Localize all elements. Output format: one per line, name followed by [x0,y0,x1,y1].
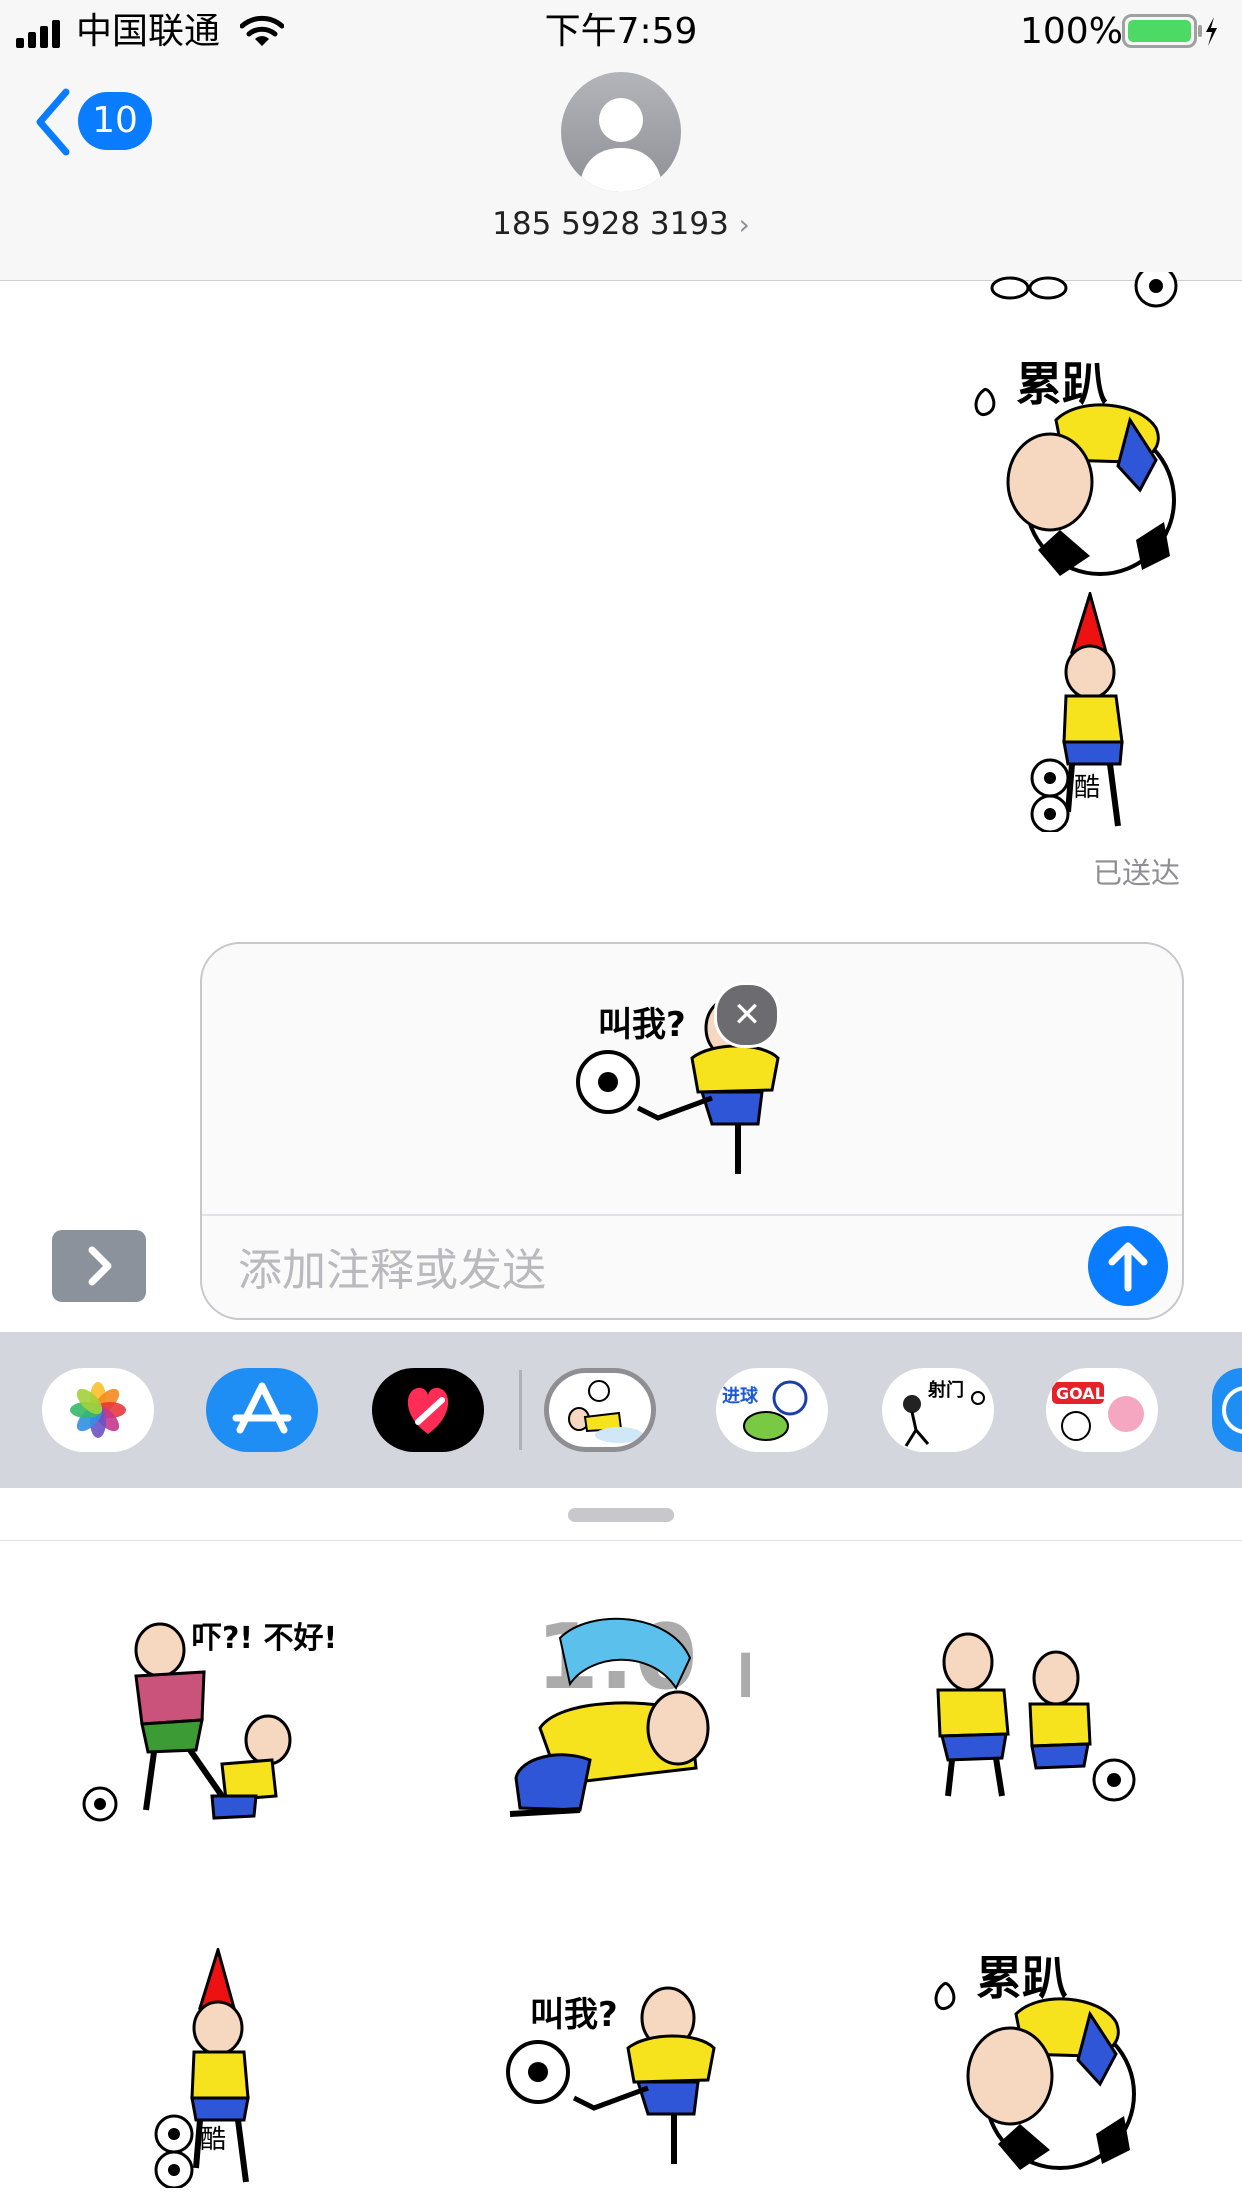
chevron-right-icon: › [738,208,750,241]
contact-name[interactable]: 185 5928 3193 › [0,206,1242,242]
sticker-caption: 叫我? [598,1005,686,1045]
digital-touch-button[interactable] [372,1368,484,1452]
contact-number: 185 5928 3193 [492,206,729,242]
back-chevron-icon[interactable] [34,88,74,156]
goal-stickers-app[interactable]: 进球 [716,1368,828,1452]
sticker-tired-ball[interactable]: 累趴 [920,1944,1160,2184]
chevron-right-icon [88,1246,112,1286]
photos-app-button[interactable] [42,1368,154,1452]
sticker-surprised-tackle[interactable]: 吓?! 不好! [72,1600,342,1830]
goal-badge-icon: GOAL [1052,1382,1144,1441]
person-silhouette-icon [579,98,663,192]
compose-divider [202,1214,1182,1216]
app-store-button[interactable] [206,1368,318,1452]
app-drawer-strip: 进球 射门 GOAL [0,1332,1242,1488]
sticker-caption: 吓?! 不好! [192,1621,337,1656]
back-button[interactable]: 10 [78,92,152,150]
soccer-stickers-app[interactable] [544,1368,656,1452]
soccer-sticker-icon [568,1380,643,1443]
battery-percent: 100% [1020,11,1123,52]
expand-apps-button[interactable] [52,1230,146,1302]
digital-touch-icon [407,1387,449,1434]
shoot-sticker-icon: 射门 [903,1379,985,1447]
navigation-bar: 中国联通 下午7:59 100% 10 185 5928 3193 › [0,0,1242,281]
goal-badge-stickers-app[interactable]: GOAL [1046,1368,1158,1452]
shoot-stickers-app[interactable]: 射门 [882,1368,994,1452]
sticker-call-me-kick[interactable]: 叫我? [498,1968,758,2178]
message-input[interactable]: 添加注释或发送 [238,1234,546,1298]
app-label: 射门 [927,1379,964,1401]
sticker-crying-defeat[interactable]: 1:0 占球 [500,1588,750,1838]
remove-attachment-button[interactable]: ✕ [714,982,780,1048]
sent-sticker-tired[interactable]: 累趴 [960,350,1200,590]
sticker-two-players-squat[interactable] [912,1620,1172,1820]
sent-sticker-cool[interactable]: 酷 [1010,592,1160,832]
send-button[interactable] [1088,1226,1168,1306]
drawer-handle[interactable] [568,1508,674,1522]
sticker-caption: 酷 [200,2125,226,2155]
battery-icon [1122,14,1217,48]
contact-avatar[interactable] [561,72,681,192]
sticker-caption: 累趴 [976,1951,1068,2005]
more-apps-button[interactable] [1212,1368,1242,1452]
sticker-caption: 酷 [1074,773,1100,803]
sticker-caption: 累趴 [1016,357,1108,411]
goal-sticker-icon: 进球 [722,1380,808,1441]
photos-icon [70,1382,126,1438]
app-label: GOAL [1056,1384,1105,1403]
compose-field[interactable]: 叫我? ✕ 添加注释或发送 [200,942,1184,1320]
sticker-tray: 吓?! 不好! 1:0 占球 [0,1488,1242,2208]
delivered-status: 已送达 [1092,856,1180,890]
app-store-icon [232,1382,292,1434]
tray-divider [0,1540,1242,1541]
sticker-cool-cone[interactable]: 酷 [130,1948,280,2188]
sticker-caption: 叫我? [530,1995,618,2035]
more-apps-icon [1222,1386,1242,1434]
sticker-partial[interactable] [980,272,1200,312]
app-strip-separator [519,1370,522,1450]
app-label: 进球 [722,1386,759,1407]
arrow-up-icon [1108,1242,1148,1292]
draft-sticker[interactable]: 叫我? [562,978,822,1188]
